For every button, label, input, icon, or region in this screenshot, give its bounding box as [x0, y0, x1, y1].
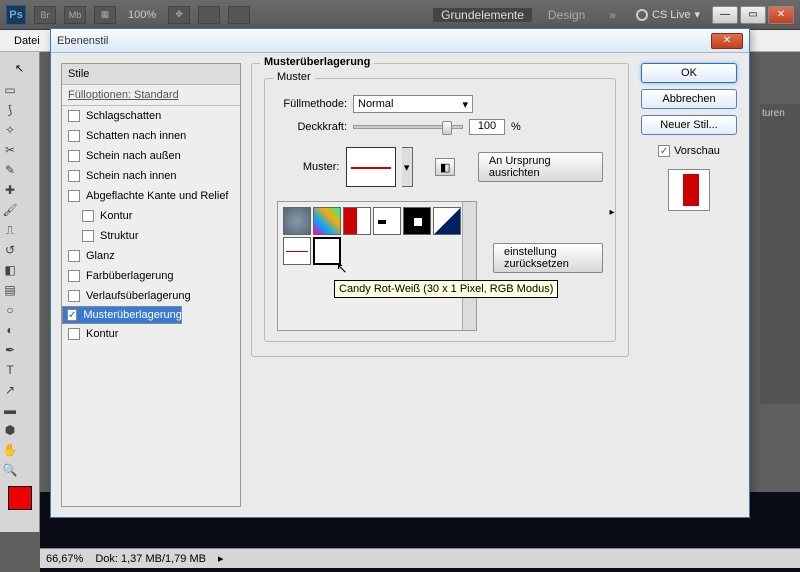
dialog-buttons: OK Abbrechen Neuer Stil... Vorschau [639, 63, 739, 507]
crop-tool-icon[interactable]: ✂ [1, 141, 19, 159]
percent-label: % [511, 121, 521, 133]
workspace-grundelemente[interactable]: Grundelemente [433, 8, 532, 22]
style-gradient-overlay[interactable]: Verlaufsüberlagerung [62, 286, 240, 306]
type-tool-icon[interactable]: T [1, 361, 19, 379]
blend-options[interactable]: Fülloptionen: Standard [62, 85, 240, 106]
pattern-swatch-item[interactable] [283, 207, 311, 235]
style-outer-glow[interactable]: Schein nach außen [62, 146, 240, 166]
toolbox: ↖ ▭ ⟆ ✧ ✂ ✎ ✚ 🖌 ⎍ ↺ ◧ ▤ ○ ◐ ✒ T ↗ ▬ ⬢ ✋ 🔍 [0, 52, 40, 532]
gradient-tool-icon[interactable]: ▤ [1, 281, 19, 299]
style-color-overlay[interactable]: Farbüberlagerung [62, 266, 240, 286]
minibridge-icon[interactable]: Mb [64, 6, 86, 24]
settings-panel: Musterüberlagerung Muster Füllmethode: N… [251, 63, 629, 507]
pattern-tooltip: Candy Rot-Weiß (30 x 1 Pixel, RGB Modus) [334, 280, 558, 298]
pattern-swatch[interactable] [346, 147, 396, 187]
pattern-swatch-item[interactable] [403, 207, 431, 235]
style-drop-shadow[interactable]: Schlagschatten [62, 106, 240, 126]
preview-swatch [668, 169, 710, 211]
brush-tool-icon[interactable]: 🖌 [1, 201, 19, 219]
hand-tool-icon[interactable]: ✋ [1, 441, 19, 459]
picker-scrollbar[interactable] [462, 202, 476, 330]
opacity-slider[interactable] [353, 125, 463, 129]
pattern-swatch-item[interactable] [373, 207, 401, 235]
zoom-tool-icon[interactable]: 🔍 [1, 461, 19, 479]
status-doc: Dok: 1,37 MB/1,79 MB [95, 553, 206, 565]
foreground-color[interactable] [8, 486, 32, 510]
stamp-tool-icon[interactable]: ⎍ [1, 221, 19, 239]
pattern-swatch-item[interactable] [313, 207, 341, 235]
status-arrow-icon[interactable]: ▸ [218, 552, 224, 565]
group-title: Musterüberlagerung [260, 56, 374, 68]
style-inner-glow[interactable]: Schein nach innen [62, 166, 240, 186]
arrange-docs-icon[interactable] [228, 6, 250, 24]
picker-menu-icon[interactable]: ▸ [605, 205, 619, 219]
close-button[interactable]: ✕ [768, 6, 794, 24]
cs-live[interactable]: CS Live ▾ [632, 8, 704, 21]
style-contour[interactable]: Kontur [62, 206, 240, 226]
pattern-swatch-item[interactable] [283, 237, 311, 265]
style-texture[interactable]: Struktur [62, 226, 240, 246]
blend-mode-select[interactable]: Normal▾ [353, 95, 473, 113]
workspace-design[interactable]: Design [540, 8, 593, 22]
opacity-field[interactable]: 100 [469, 119, 505, 135]
dialog-close-button[interactable]: ✕ [711, 33, 743, 49]
hand-tool-icon[interactable]: ✥ [168, 6, 190, 24]
new-style-button[interactable]: Neuer Stil... [641, 115, 737, 135]
workspace-more[interactable]: » [601, 8, 624, 22]
pattern-swatch-item[interactable] [313, 237, 341, 265]
reset-button[interactable]: einstellung zurücksetzen [493, 243, 603, 273]
dodge-tool-icon[interactable]: ◐ [1, 321, 19, 339]
snap-origin-button[interactable]: An Ursprung ausrichten [478, 152, 603, 182]
photoshop-logo: Ps [6, 5, 26, 25]
style-pattern-overlay[interactable]: Musterüberlagerung [62, 306, 182, 324]
eyedropper-tool-icon[interactable]: ✎ [1, 161, 19, 179]
pen-tool-icon[interactable]: ✒ [1, 341, 19, 359]
history-brush-icon[interactable]: ↺ [1, 241, 19, 259]
wand-tool-icon[interactable]: ✧ [1, 121, 19, 139]
zoom-level[interactable]: 100% [124, 9, 160, 21]
blend-mode-label: Füllmethode: [277, 98, 347, 110]
ok-button[interactable]: OK [641, 63, 737, 83]
pattern-swatch-item[interactable] [343, 207, 371, 235]
new-preset-button[interactable]: ◧ [435, 158, 455, 176]
heal-tool-icon[interactable]: ✚ [1, 181, 19, 199]
styles-header[interactable]: Stile [62, 64, 240, 85]
inner-group-title: Muster [273, 71, 315, 83]
screen-mode-icon[interactable] [198, 6, 220, 24]
shape-tool-icon[interactable]: ▬ [1, 401, 19, 419]
style-inner-shadow[interactable]: Schatten nach innen [62, 126, 240, 146]
pattern-picker: ↖ Candy Rot-Weiß (30 x 1 Pixel, RGB Modu… [277, 201, 477, 331]
marquee-tool-icon[interactable]: ▭ [1, 81, 19, 99]
menu-file[interactable]: Datei [6, 32, 48, 50]
style-stroke[interactable]: Kontur [62, 324, 240, 344]
maximize-button[interactable]: ▭ [740, 6, 766, 24]
style-bevel[interactable]: Abgeflachte Kante und Relief [62, 186, 240, 206]
cancel-button[interactable]: Abbrechen [641, 89, 737, 109]
move-tool-icon[interactable]: ↖ [2, 58, 38, 78]
pattern-label: Muster: [277, 161, 340, 173]
app-topbar: Ps Br Mb ▦ 100% ✥ Grundelemente Design »… [0, 0, 800, 30]
path-tool-icon[interactable]: ↗ [1, 381, 19, 399]
bridge-icon[interactable]: Br [34, 6, 56, 24]
styles-list: Stile Fülloptionen: Standard Schlagschat… [61, 63, 241, 507]
lasso-tool-icon[interactable]: ⟆ [1, 101, 19, 119]
view-extras-icon[interactable]: ▦ [94, 6, 116, 24]
layer-style-dialog: Ebenenstil ✕ Stile Fülloptionen: Standar… [50, 28, 750, 518]
pattern-dropdown[interactable]: ▾ [402, 147, 413, 187]
dialog-titlebar[interactable]: Ebenenstil ✕ [51, 29, 749, 53]
dialog-title: Ebenenstil [57, 35, 108, 47]
3d-tool-icon[interactable]: ⬢ [1, 421, 19, 439]
opacity-label: Deckkraft: [277, 121, 347, 133]
minimize-button[interactable]: — [712, 6, 738, 24]
status-zoom[interactable]: 66,67% [46, 553, 83, 565]
style-satin[interactable]: Glanz [62, 246, 240, 266]
panels-collapsed[interactable]: turen [760, 104, 800, 404]
eraser-tool-icon[interactable]: ◧ [1, 261, 19, 279]
status-bar: 66,67% Dok: 1,37 MB/1,79 MB ▸ [40, 548, 800, 568]
preview-checkbox[interactable]: Vorschau [658, 145, 720, 157]
pattern-swatch-item[interactable] [433, 207, 461, 235]
chevron-down-icon: ▾ [462, 98, 468, 111]
blur-tool-icon[interactable]: ○ [1, 301, 19, 319]
